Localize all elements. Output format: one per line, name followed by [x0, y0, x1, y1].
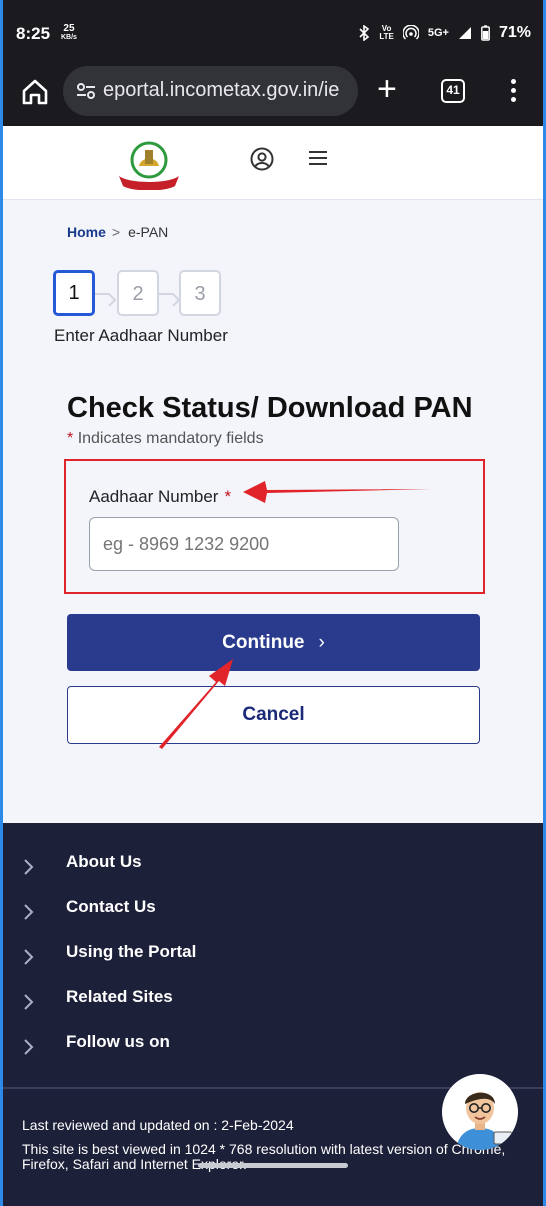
new-tab-icon[interactable]: +	[377, 72, 397, 106]
tab-switcher-button[interactable]: 41	[441, 79, 465, 103]
site-settings-icon[interactable]	[75, 80, 97, 102]
step-connector	[159, 293, 181, 306]
bluetooth-icon	[359, 25, 370, 41]
hamburger-menu-icon[interactable]	[309, 151, 327, 167]
continue-button[interactable]: Continue ›	[67, 614, 480, 671]
chevron-right-icon: ›	[318, 632, 325, 653]
footer-link-contact[interactable]: Contact Us	[3, 893, 543, 933]
network-speed: 25 KB/s	[61, 24, 77, 42]
footer-link-about[interactable]: About Us	[3, 848, 543, 888]
gesture-nav-bar[interactable]	[198, 1163, 348, 1168]
step-connector	[95, 293, 117, 306]
speed-unit: KB/s	[61, 34, 77, 41]
footer-link-label[interactable]: Related Sites	[66, 987, 173, 1007]
breadcrumb-home[interactable]: Home	[67, 224, 106, 240]
chevron-right-icon	[24, 994, 34, 1010]
continue-label: Continue	[222, 632, 305, 653]
footer-link-label[interactable]: Using the Portal	[66, 942, 196, 962]
step-label: Enter Aadhaar Number	[54, 326, 228, 345]
footer-link-label[interactable]: About Us	[66, 852, 142, 872]
footer-link-using-portal[interactable]: Using the Portal	[3, 938, 543, 978]
last-reviewed-text: Last reviewed and updated on : 2-Feb-202…	[22, 1117, 294, 1133]
chevron-right-icon	[24, 1039, 34, 1055]
chevron-right-icon	[24, 904, 34, 920]
home-icon[interactable]	[19, 76, 51, 108]
step-1: 1	[53, 270, 95, 316]
status-icons: Vo LTE 5G+ 71%	[358, 24, 531, 42]
stepper: 1 2 3	[53, 270, 273, 318]
chatbot-avatar[interactable]	[442, 1074, 518, 1150]
site-header	[3, 126, 543, 200]
cancel-button[interactable]: Cancel	[67, 686, 480, 744]
chevron-right-icon	[24, 859, 34, 875]
volte-icon: Vo LTE	[379, 24, 394, 41]
hotspot-icon	[402, 25, 419, 40]
status-bar: 8:25 25 KB/s Vo LTE 5G+ 71%	[3, 0, 543, 62]
step-2: 2	[117, 270, 159, 316]
required-asterisk: *	[67, 430, 74, 447]
page-content: Home > e-PAN 1 2 3 Enter Aadhaar Number Ch…	[3, 126, 543, 823]
network-type: 5G+	[427, 27, 449, 39]
battery-icon	[481, 25, 490, 41]
battery-level: 71%	[498, 24, 531, 41]
user-profile-icon[interactable]	[250, 147, 274, 171]
aadhaar-label: Aadhaar Number *	[89, 487, 231, 507]
site-footer: About Us Contact Us Using the Portal Rel…	[3, 823, 543, 1206]
required-asterisk: *	[224, 487, 232, 506]
address-bar[interactable]: eportal.incometax.gov.in/ie	[63, 66, 358, 116]
browser-toolbar: eportal.incometax.gov.in/ie + 41	[3, 62, 543, 126]
chatbot-avatar-icon	[456, 1092, 513, 1150]
income-tax-logo[interactable]	[116, 140, 182, 190]
footer-link-label[interactable]: Contact Us	[66, 897, 156, 917]
chevron-right-icon	[24, 949, 34, 965]
more-options-icon[interactable]	[505, 76, 521, 106]
aadhaar-field-highlight: Aadhaar Number *	[64, 459, 485, 594]
signal-icon	[458, 27, 471, 39]
clock: 8:25	[16, 24, 51, 43]
screen: 8:25 25 KB/s Vo LTE 5G+ 71% eportal.incom…	[3, 0, 543, 1206]
breadcrumb-current: e-PAN	[128, 224, 169, 240]
footer-link-related-sites[interactable]: Related Sites	[3, 983, 543, 1023]
mandatory-note: * Indicates mandatory fields	[67, 430, 264, 448]
url-text[interactable]: eportal.incometax.gov.in/ie	[103, 79, 351, 102]
page-title: Check Status/ Download PAN	[67, 392, 473, 424]
footer-link-follow-us[interactable]: Follow us on	[3, 1028, 543, 1068]
aadhaar-label-text: Aadhaar Number	[89, 487, 219, 506]
footer-link-label[interactable]: Follow us on	[66, 1032, 170, 1052]
aadhaar-number-input[interactable]	[89, 517, 399, 571]
mandatory-note-text: Indicates mandatory fields	[77, 430, 264, 447]
breadcrumb-separator: >	[111, 224, 121, 240]
step-3: 3	[179, 270, 221, 316]
breadcrumb: Home > e-PAN	[67, 224, 168, 240]
